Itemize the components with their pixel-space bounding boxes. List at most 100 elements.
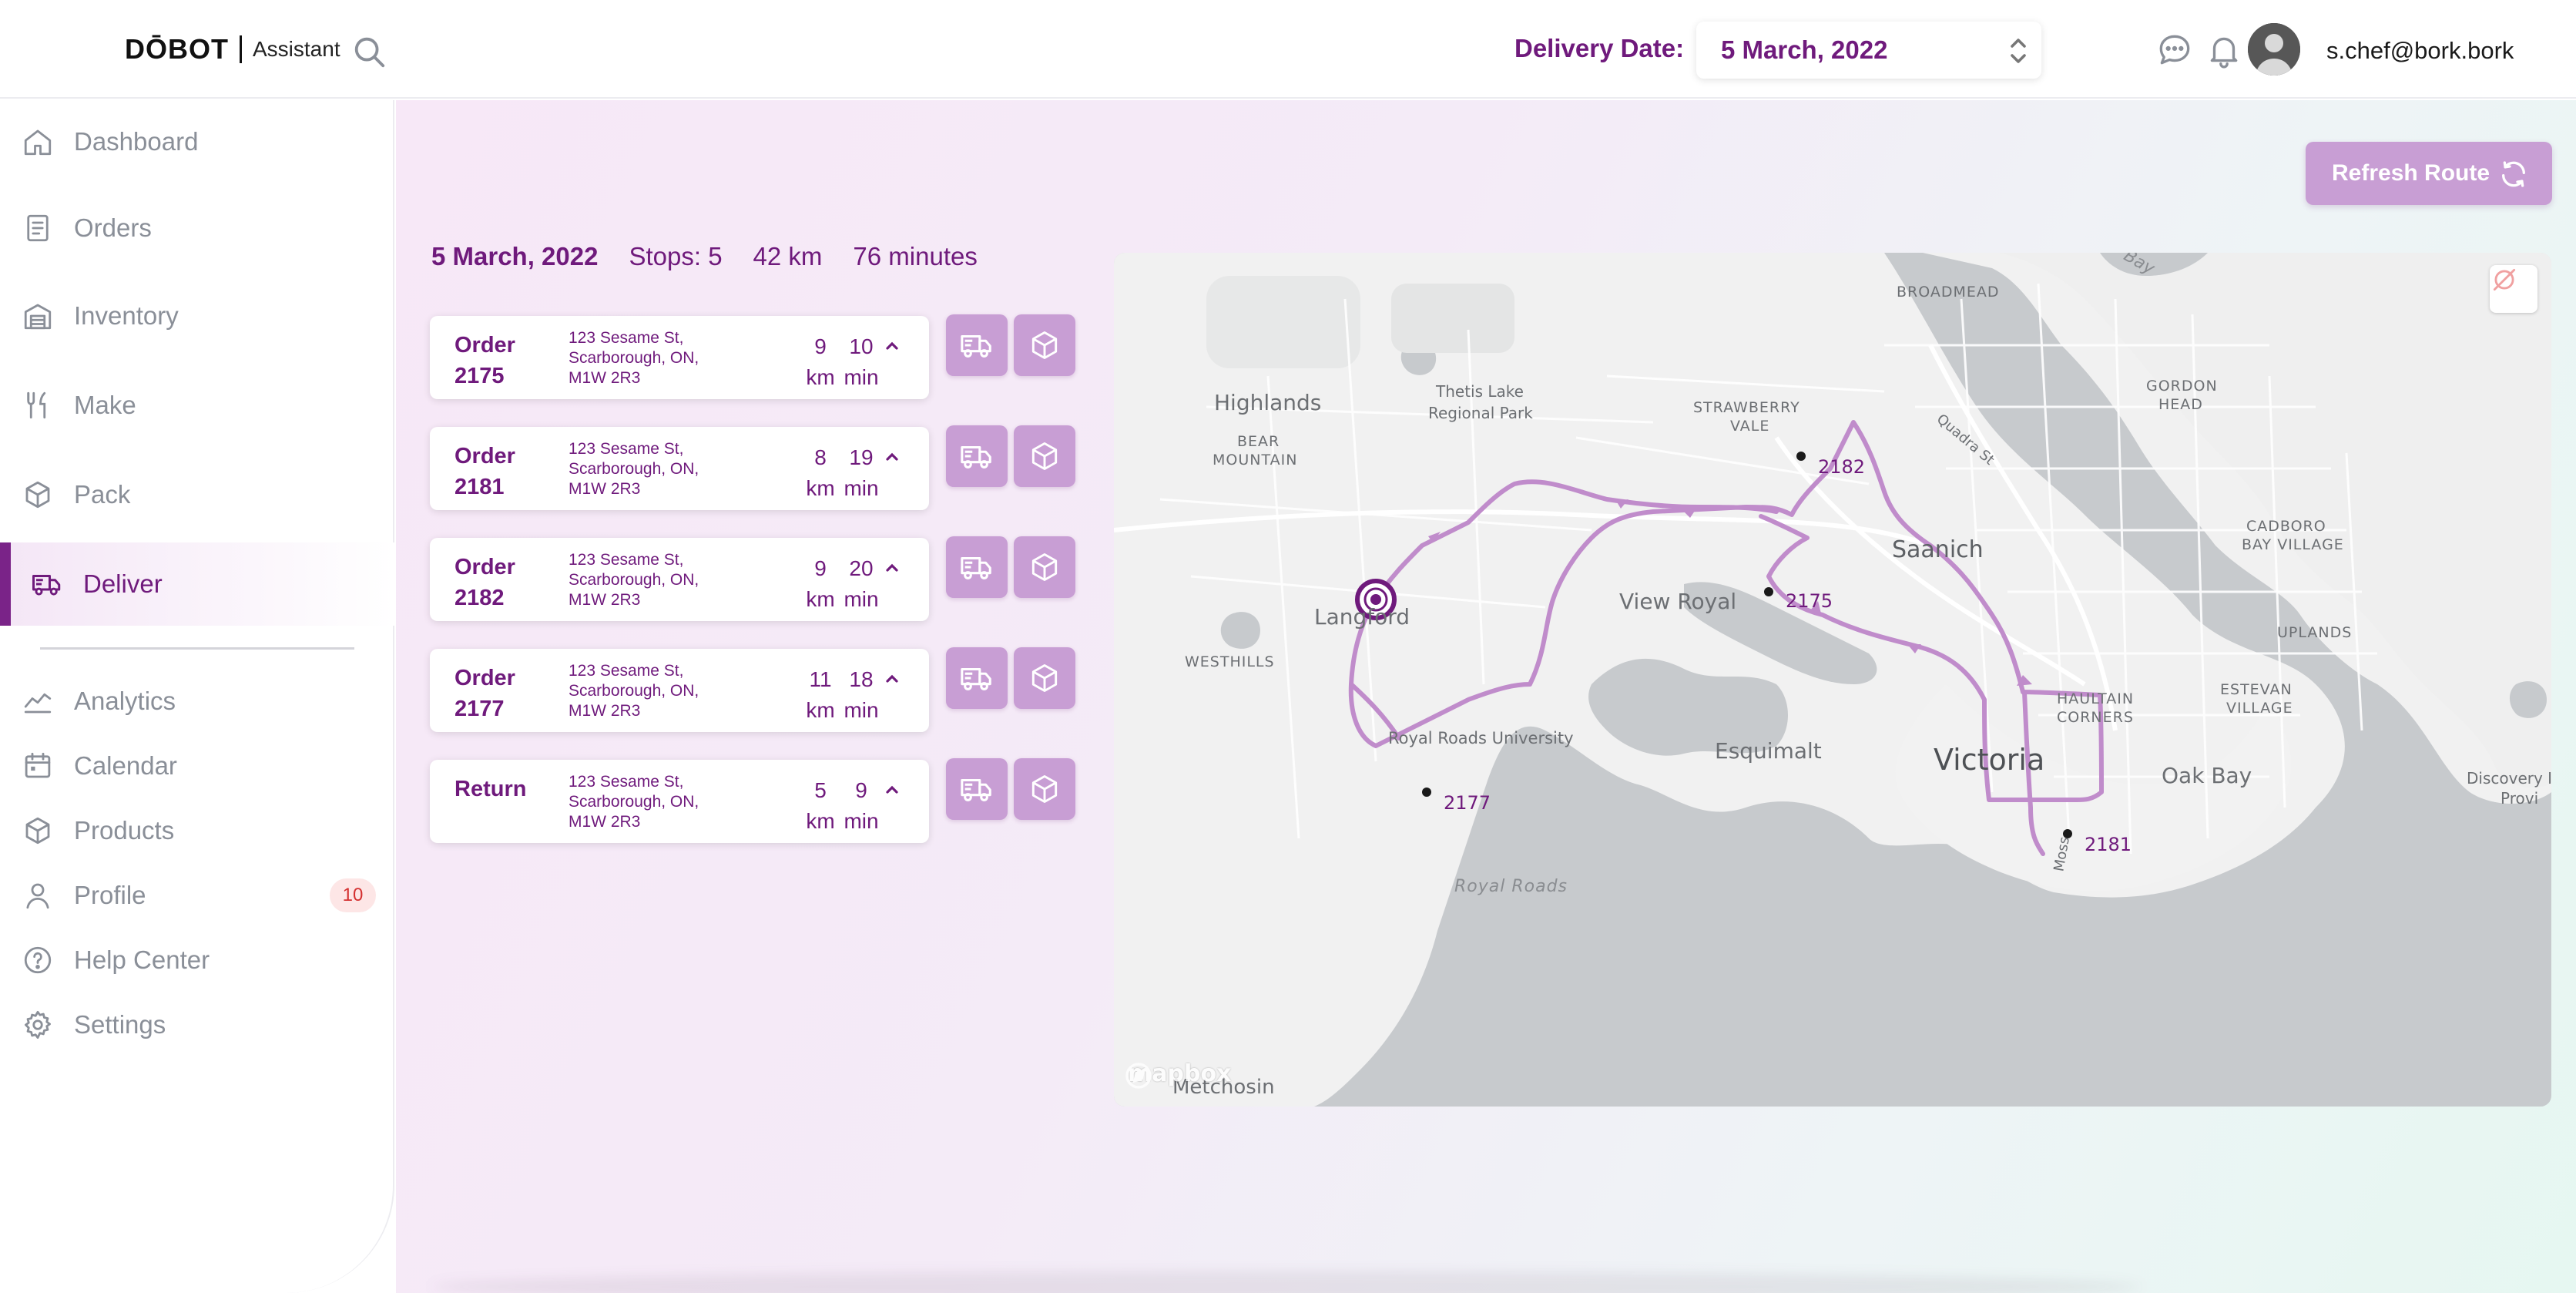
map-label: BROADMEAD	[1897, 284, 2000, 301]
map-label: CORNERS	[2057, 709, 2134, 726]
sidebar-item-orders[interactable]: Orders	[0, 186, 394, 270]
kitchen-tools-icon	[27, 391, 46, 419]
chevron-up-icon[interactable]	[883, 447, 901, 465]
package-button[interactable]	[1014, 425, 1075, 487]
order-card[interactable]: Order 2177 123 Sesame St, Scarborough, ON…	[430, 649, 929, 732]
search-icon[interactable]	[351, 34, 387, 69]
sidebar-item-label: Orders	[74, 213, 152, 242]
chevron-up-icon[interactable]	[883, 780, 901, 798]
map-label: ESTEVAN	[2220, 681, 2293, 698]
delivery-date-value: 5 March, 2022	[1721, 35, 1888, 64]
sidebar-item-inventory[interactable]: Inventory	[0, 274, 394, 358]
map-label: UPLANDS	[2277, 624, 2353, 641]
top-header: DŌBOT Assistant Delivery Date: 5 March, …	[0, 0, 2576, 99]
box-icon	[1031, 442, 1058, 470]
sidebar-item-label: Dashboard	[74, 127, 199, 156]
app-logo[interactable]: DŌBOT Assistant	[125, 31, 340, 68]
mapbox-logo-icon	[1125, 1063, 1152, 1089]
order-card[interactable]: Order 2181 123 Sesame St, Scarborough, ON…	[430, 427, 929, 510]
warehouse-icon	[24, 304, 52, 330]
order-address: 123 Sesame St, Scarborough, ON, M1W 2R3	[569, 551, 699, 609]
map-label: Oak Bay	[2162, 763, 2252, 788]
avatar[interactable]	[2248, 23, 2300, 76]
package-button[interactable]	[1014, 647, 1075, 709]
sidebar-item-pack[interactable]: Pack	[0, 453, 394, 536]
deliver-truck-button[interactable]	[946, 758, 1008, 820]
order-address: 123 Sesame St, Scarborough, ON, M1W 2R3	[569, 440, 699, 498]
summary-stops: Stops: 5	[629, 242, 723, 270]
box-icon	[1031, 664, 1058, 692]
package-button[interactable]	[1014, 314, 1075, 376]
map-label: Thetis Lake	[1436, 382, 1524, 401]
map-label: Langford	[1314, 604, 1410, 630]
map-label: CADBORO	[2246, 518, 2326, 535]
stop-label: 2177	[1444, 792, 1491, 814]
lake-1	[1220, 612, 1260, 649]
user-silhouette-icon	[2248, 23, 2300, 76]
order-time: 9 min	[844, 778, 879, 833]
deliver-truck-button[interactable]	[946, 425, 1008, 487]
document-icon	[27, 214, 49, 242]
park-thetis	[1391, 284, 1514, 353]
truck-icon	[961, 445, 991, 469]
sidebar-item-make[interactable]: Make	[0, 364, 394, 447]
chat-icon[interactable]	[2155, 31, 2194, 69]
stop-marker-2182	[1796, 452, 1806, 461]
order-title: Return	[454, 777, 527, 801]
sidebar-item-label: Pack	[74, 480, 131, 509]
sidebar-item-label: Products	[74, 816, 175, 845]
sidebar-divider	[40, 647, 354, 650]
delivery-date-label: Delivery Date:	[1514, 34, 1685, 62]
truck-icon	[961, 667, 991, 690]
order-title: Order 2175	[454, 333, 515, 388]
map-label: MOUNTAIN	[1213, 452, 1298, 469]
home-icon	[24, 129, 52, 156]
deliver-truck-button[interactable]	[946, 536, 1008, 598]
chevron-up-icon[interactable]	[883, 669, 901, 687]
delivery-date-select[interactable]: 5 March, 2022	[1696, 22, 2041, 79]
user-email[interactable]: s.chef@bork.bork	[2326, 37, 2514, 65]
map-toggle-button[interactable]	[2490, 265, 2537, 313]
order-card[interactable]: Order 2182 123 Sesame St, Scarborough, ON…	[430, 538, 929, 621]
chevron-up-icon[interactable]	[883, 336, 901, 354]
box-icon	[1031, 331, 1058, 359]
order-address: 123 Sesame St, Scarborough, ON, M1W 2R3	[569, 662, 699, 720]
package-button[interactable]	[1014, 758, 1075, 820]
map-label: VALE	[1730, 418, 1770, 435]
help-icon	[24, 946, 52, 974]
sidebar-item-settings[interactable]: Settings	[0, 983, 394, 1066]
refresh-icon	[2502, 161, 2525, 187]
package-button[interactable]	[1014, 536, 1075, 598]
sidebar-item-deliver[interactable]: Deliver	[0, 542, 394, 626]
sidebar-item-label: Profile	[74, 881, 146, 909]
notification-badge: 10	[330, 878, 376, 912]
map-label: View Royal	[1619, 589, 1737, 614]
truck-icon	[961, 556, 991, 579]
sidebar-item-label: Inventory	[74, 301, 179, 330]
sidebar-item-label: Analytics	[74, 687, 176, 715]
map-label: VILLAGE	[2226, 700, 2293, 717]
refresh-route-button[interactable]: Refresh Route	[2306, 142, 2552, 205]
map-label: Esquimalt	[1715, 738, 1822, 764]
order-title: Order 2177	[454, 666, 515, 721]
order-card[interactable]: Return 123 Sesame St, Scarborough, ON, M1W…	[430, 760, 929, 843]
map-label: WESTHILLS	[1185, 653, 1275, 670]
sidebar-item-dashboard[interactable]: Dashboard	[0, 100, 394, 183]
map-label: Provi	[2501, 789, 2539, 808]
route-map[interactable]: Highlands Thetis Lake Regional Park BEAR…	[1114, 253, 2551, 1107]
map-label: STRAWBERRY	[1693, 399, 1800, 416]
map-label: BAY VILLAGE	[2242, 536, 2344, 553]
stop-label: 2175	[1786, 590, 1833, 612]
bell-icon[interactable]	[2205, 31, 2243, 69]
order-card[interactable]: Order 2175 123 Sesame St, Scarborough, ON…	[430, 316, 929, 399]
stop-marker-2175	[1764, 587, 1773, 596]
calendar-icon	[25, 752, 51, 778]
deliver-truck-button[interactable]	[946, 647, 1008, 709]
chevron-up-icon[interactable]	[883, 558, 901, 576]
map-label: Highlands	[1214, 390, 1322, 415]
box-icon	[25, 481, 50, 509]
mapbox-attribution[interactable]: mapbox	[1123, 1060, 1231, 1089]
map-label: HAULTAIN	[2057, 690, 2135, 707]
map-label: Discovery I	[2467, 769, 2551, 788]
deliver-truck-button[interactable]	[946, 314, 1008, 376]
